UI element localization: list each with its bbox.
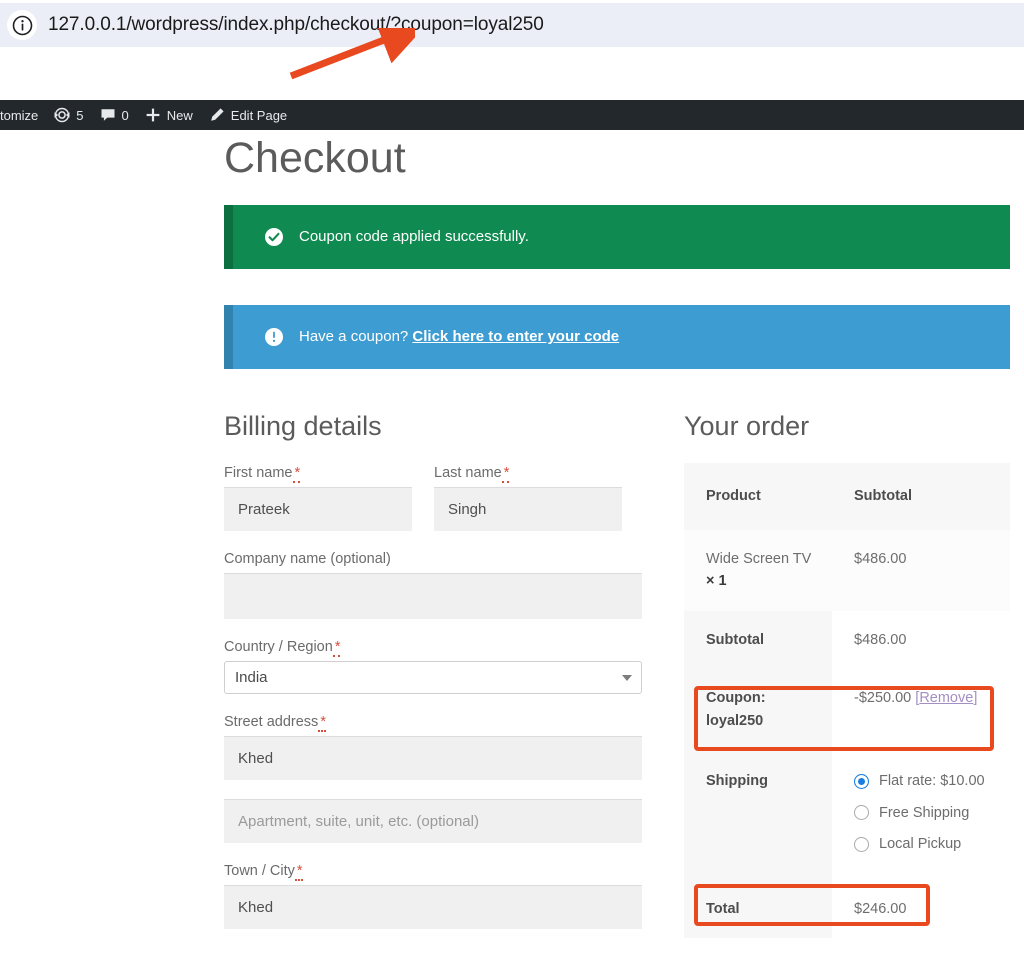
required-asterisk: *	[318, 713, 326, 732]
your-order-section: Your order Product Subtotal Wide Screen …	[684, 410, 1010, 939]
city-field-group: Town / City *	[224, 862, 642, 929]
page-title: Checkout	[224, 134, 406, 182]
coupon-code: loyal250	[706, 712, 764, 729]
shipping-label: Shipping	[684, 750, 832, 880]
shipping-option-local-pickup[interactable]: Local Pickup	[854, 833, 996, 855]
company-name-input[interactable]	[224, 573, 642, 620]
coupon-amount-cell: -$250.00 [Remove]	[832, 669, 1010, 751]
admin-bar-item-edit-page[interactable]: Edit Page	[201, 100, 295, 130]
last-name-input[interactable]	[434, 487, 622, 532]
order-product-row: Wide Screen TV × 1 $486.00	[684, 529, 1010, 611]
country-field-group: Country / Region * India	[224, 638, 642, 694]
first-name-input[interactable]	[224, 487, 412, 532]
exclamation-circle-icon	[265, 328, 283, 346]
required-asterisk: *	[501, 465, 510, 484]
url-text[interactable]: 127.0.0.1/wordpress/index.php/checkout/?…	[48, 14, 544, 36]
remove-coupon-link[interactable]: Remove	[919, 690, 973, 706]
column-header-subtotal: Subtotal	[832, 463, 1010, 530]
admin-bar-updates-count: 5	[76, 107, 84, 123]
coupon-discount-amount: -$250.00	[854, 690, 912, 707]
admin-bar-item-customize[interactable]: tomize	[0, 100, 46, 130]
column-header-product: Product	[684, 463, 832, 530]
have-a-coupon-notice: Have a coupon? Click here to enter your …	[224, 305, 1010, 369]
product-name-cell: Wide Screen TV × 1	[684, 529, 832, 611]
company-name-label: Company name (optional)	[224, 551, 391, 568]
order-subtotal-row: Subtotal $486.00	[684, 610, 1010, 670]
required-asterisk: *	[294, 862, 303, 881]
chevron-down-icon	[622, 675, 632, 682]
admin-bar-customize-label: tomize	[0, 107, 39, 123]
plus-icon	[145, 107, 161, 123]
shipping-options-cell: Flat rate: $10.00 Free Shipping Local Pi…	[832, 750, 1010, 880]
admin-bar-edit-page-label: Edit Page	[230, 107, 288, 123]
coupon-success-text: Coupon code applied successfully.	[299, 228, 529, 245]
coupon-label: Coupon:	[706, 690, 766, 707]
total-value: $246.00	[832, 879, 1010, 939]
country-region-value: India	[235, 668, 268, 686]
product-subtotal-cell: $486.00	[832, 529, 1010, 611]
product-quantity: × 1	[706, 573, 727, 590]
comment-icon	[100, 107, 116, 123]
order-review-table: Product Subtotal Wide Screen TV × 1 $486…	[684, 463, 1010, 939]
total-label: Total	[684, 879, 832, 939]
shipping-option-label: Free Shipping	[879, 804, 970, 821]
admin-bar-comments-count: 0	[121, 107, 129, 123]
admin-bar-item-updates[interactable]: 5	[46, 100, 91, 130]
shipping-option-label: Flat rate: $10.00	[879, 773, 985, 790]
required-asterisk: *	[292, 465, 301, 484]
first-name-label: First name *	[224, 465, 301, 484]
billing-details-section: Billing details First name* Last name* C…	[224, 410, 642, 929]
updates-icon	[54, 107, 70, 123]
check-circle-icon	[265, 228, 283, 246]
billing-details-heading: Billing details	[224, 411, 382, 441]
order-total-row: Total $246.00	[684, 879, 1010, 939]
product-name: Wide Screen TV	[706, 550, 812, 567]
radio-local-pickup[interactable]	[854, 836, 869, 852]
coupon-success-notice: Coupon code applied successfully.	[224, 205, 1010, 269]
enter-coupon-code-link[interactable]: Click here to enter your code	[412, 328, 619, 345]
admin-bar-item-new[interactable]: New	[137, 100, 201, 130]
street-address-label: Street address *	[224, 713, 326, 732]
town-city-label: Town / City *	[224, 862, 303, 881]
apartment-input[interactable]	[224, 798, 642, 843]
shipping-method-list: Flat rate: $10.00 Free Shipping Local Pi…	[854, 770, 996, 855]
pencil-icon	[209, 107, 225, 123]
browser-address-bar[interactable]: 127.0.0.1/wordpress/index.php/checkout/?…	[0, 3, 1024, 47]
shipping-option-free-shipping[interactable]: Free Shipping	[854, 802, 996, 824]
radio-free-shipping[interactable]	[854, 805, 869, 821]
town-city-input[interactable]	[224, 884, 642, 929]
remove-close-bracket: ]	[973, 690, 978, 707]
apartment-field-group	[224, 798, 642, 843]
radio-flat-rate[interactable]	[854, 773, 869, 789]
required-asterisk: *	[332, 639, 341, 658]
coupon-label-cell: Coupon: loyal250	[684, 669, 832, 751]
your-order-heading: Your order	[684, 411, 810, 441]
order-shipping-row: Shipping Flat rate: $10.00 Free Shipping	[684, 750, 1010, 880]
first-name-field-group: First name *	[224, 464, 412, 532]
last-name-label: Last name *	[434, 465, 510, 484]
subtotal-label: Subtotal	[684, 610, 832, 670]
order-table-header-row: Product Subtotal	[684, 463, 1010, 530]
subtotal-value: $486.00	[832, 610, 1010, 670]
shipping-option-label: Local Pickup	[879, 836, 962, 853]
have-a-coupon-text: Have a coupon?	[299, 328, 409, 345]
street-address-input[interactable]	[224, 735, 642, 780]
checkout-page: Checkout Coupon code applied successfull…	[0, 130, 1024, 965]
name-fields-row: First name* Last name*	[224, 464, 642, 532]
country-region-label: Country / Region *	[224, 639, 341, 658]
street-address-field-group: Street address *	[224, 713, 642, 780]
admin-bar-item-comments[interactable]: 0	[92, 100, 137, 130]
info-circle-icon[interactable]	[7, 10, 37, 40]
order-coupon-row: Coupon: loyal250 -$250.00 [Remove]	[684, 669, 1010, 751]
company-field-group: Company name (optional)	[224, 550, 642, 620]
wordpress-admin-bar: tomize 5 0 New Edit Page	[0, 100, 1024, 130]
country-region-select[interactable]: India	[224, 660, 642, 694]
last-name-field-group: Last name *	[434, 464, 622, 532]
shipping-option-flat-rate[interactable]: Flat rate: $10.00	[854, 770, 996, 792]
admin-bar-new-label: New	[166, 107, 193, 123]
